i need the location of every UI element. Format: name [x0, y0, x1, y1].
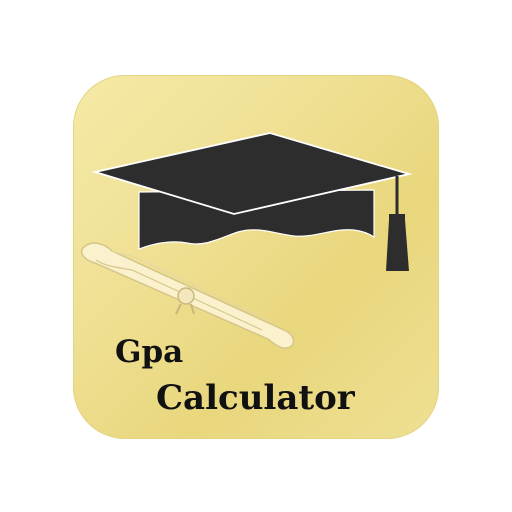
- artwork: [80, 132, 413, 349]
- diploma-scroll-icon: [80, 242, 295, 349]
- app-title-line-2: Calculator: [156, 378, 355, 418]
- graduation-cap-icon: [91, 132, 413, 271]
- app-icon-canvas: Gpa Calculator: [0, 0, 512, 512]
- app-title-line-1: Gpa: [115, 334, 184, 370]
